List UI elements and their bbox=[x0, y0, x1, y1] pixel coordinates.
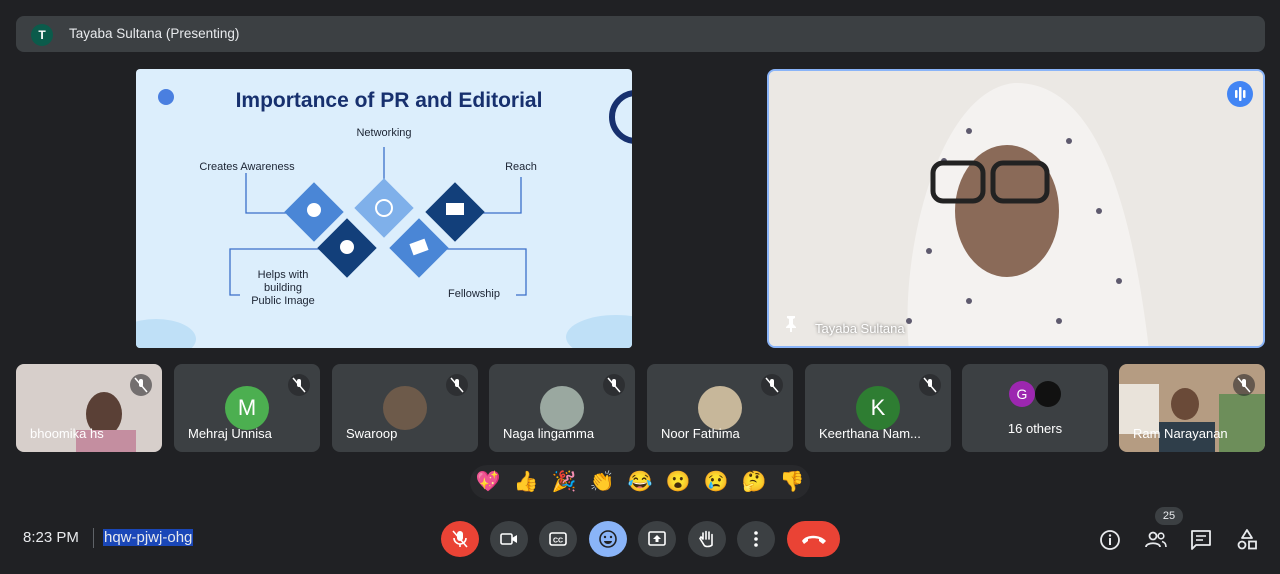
presenter-banner: T Tayaba Sultana (Presenting) bbox=[16, 16, 1265, 52]
reaction-party[interactable]: 🎉 bbox=[551, 470, 577, 494]
present-icon bbox=[648, 531, 666, 546]
others-tile[interactable]: G 16 others bbox=[962, 364, 1108, 452]
more-options-button[interactable] bbox=[737, 521, 775, 557]
hand-icon bbox=[699, 530, 713, 548]
mic-off-icon bbox=[452, 530, 468, 548]
mic-off-icon bbox=[761, 374, 783, 396]
reaction-laugh[interactable]: 😂 bbox=[627, 470, 653, 494]
meeting-clock: 8:23 PM bbox=[23, 529, 79, 546]
captions-icon: CC bbox=[549, 532, 567, 546]
participant-name: Keerthana Nam... bbox=[819, 426, 921, 441]
info-icon bbox=[1100, 530, 1120, 550]
label-awareness: Creates Awareness bbox=[199, 161, 295, 173]
shapes-icon bbox=[1237, 529, 1257, 550]
pin-icon[interactable] bbox=[783, 315, 799, 338]
reaction-sad[interactable]: 😢 bbox=[703, 470, 729, 494]
camera-toggle-button[interactable] bbox=[490, 521, 528, 557]
others-avatar: G bbox=[1009, 381, 1035, 407]
participant-tile[interactable]: Swaroop bbox=[332, 364, 478, 452]
captions-button[interactable]: CC bbox=[539, 521, 577, 557]
participant-avatar bbox=[383, 386, 427, 430]
mic-off-icon bbox=[130, 374, 152, 396]
participant-name: Noor Fathima bbox=[661, 426, 740, 441]
reaction-heart[interactable]: 💖 bbox=[475, 470, 501, 494]
participant-tile[interactable]: K Keerthana Nam... bbox=[805, 364, 951, 452]
people-button[interactable] bbox=[1143, 527, 1169, 553]
reaction-thumbs-up[interactable]: 👍 bbox=[513, 470, 539, 494]
label-networking: Networking bbox=[356, 127, 412, 139]
participant-name: Ram Narayanan bbox=[1133, 426, 1228, 441]
raise-hand-button[interactable] bbox=[688, 521, 726, 557]
mic-off-icon bbox=[1233, 374, 1255, 396]
presenter-video bbox=[769, 71, 1263, 346]
meeting-code[interactable]: hqw-pjwj-ohg bbox=[103, 529, 194, 546]
more-vert-icon bbox=[754, 531, 758, 547]
participant-name: bhoomika hs bbox=[30, 426, 104, 441]
presenter-name: Tayaba Sultana bbox=[815, 321, 905, 336]
participant-tile[interactable]: Ram Narayanan bbox=[1119, 364, 1265, 452]
participant-avatar bbox=[698, 386, 742, 430]
reactions-button[interactable] bbox=[589, 521, 627, 557]
slide-title: Importance of PR and Editorial bbox=[235, 89, 543, 112]
reaction-surprised[interactable]: 😮 bbox=[665, 470, 691, 494]
label-reach: Reach bbox=[505, 161, 537, 173]
participant-name: Mehraj Unnisa bbox=[188, 426, 272, 441]
svg-text:CC: CC bbox=[553, 538, 563, 545]
presenting-label: Tayaba Sultana (Presenting) bbox=[69, 26, 240, 41]
participant-tile[interactable]: Naga lingamma bbox=[489, 364, 635, 452]
shared-slide[interactable]: Importance of PR and Editorial Networkin… bbox=[136, 69, 632, 348]
reaction-thumbs-down[interactable]: 👎 bbox=[779, 470, 805, 494]
reaction-thinking[interactable]: 🤔 bbox=[741, 470, 767, 494]
participant-tile[interactable]: M Mehraj Unnisa bbox=[174, 364, 320, 452]
label-public-image: Helps with building Public Image bbox=[251, 269, 315, 307]
activities-button[interactable] bbox=[1234, 527, 1260, 553]
mic-off-icon bbox=[919, 374, 941, 396]
participant-avatar: M bbox=[225, 386, 269, 430]
speaking-indicator-icon bbox=[1227, 81, 1253, 107]
camera-icon bbox=[500, 533, 517, 545]
mic-off-icon bbox=[288, 374, 310, 396]
participant-avatar: K bbox=[856, 386, 900, 430]
mic-toggle-button[interactable] bbox=[441, 521, 479, 557]
hang-up-icon bbox=[802, 535, 826, 544]
mic-off-icon bbox=[446, 374, 468, 396]
mic-off-icon bbox=[603, 374, 625, 396]
others-avatar-logo bbox=[1035, 381, 1061, 407]
presenter-avatar: T bbox=[31, 24, 53, 46]
participant-name: Naga lingamma bbox=[503, 426, 595, 441]
reactions-bar: 💖 👍 🎉 👏 😂 😮 😢 🤔 👎 bbox=[470, 465, 810, 499]
participant-tile[interactable]: bhoomika hs bbox=[16, 364, 162, 452]
divider bbox=[93, 528, 94, 548]
participant-tile[interactable]: Noor Fathima bbox=[647, 364, 793, 452]
meeting-details-button[interactable] bbox=[1097, 527, 1123, 553]
people-icon bbox=[1145, 531, 1167, 548]
leave-call-button[interactable] bbox=[787, 521, 840, 557]
participant-name: Swaroop bbox=[346, 426, 398, 441]
label-fellowship: Fellowship bbox=[448, 288, 500, 300]
participant-avatar bbox=[540, 386, 584, 430]
present-screen-button[interactable] bbox=[638, 521, 676, 557]
chat-icon bbox=[1191, 530, 1211, 550]
others-count: 16 others bbox=[1007, 421, 1063, 436]
emoji-icon bbox=[599, 530, 617, 548]
chat-button[interactable] bbox=[1188, 527, 1214, 553]
presenter-video-tile[interactable]: Tayaba Sultana bbox=[767, 69, 1265, 348]
participant-count-badge: 25 bbox=[1155, 507, 1183, 525]
reaction-clap[interactable]: 👏 bbox=[589, 470, 615, 494]
